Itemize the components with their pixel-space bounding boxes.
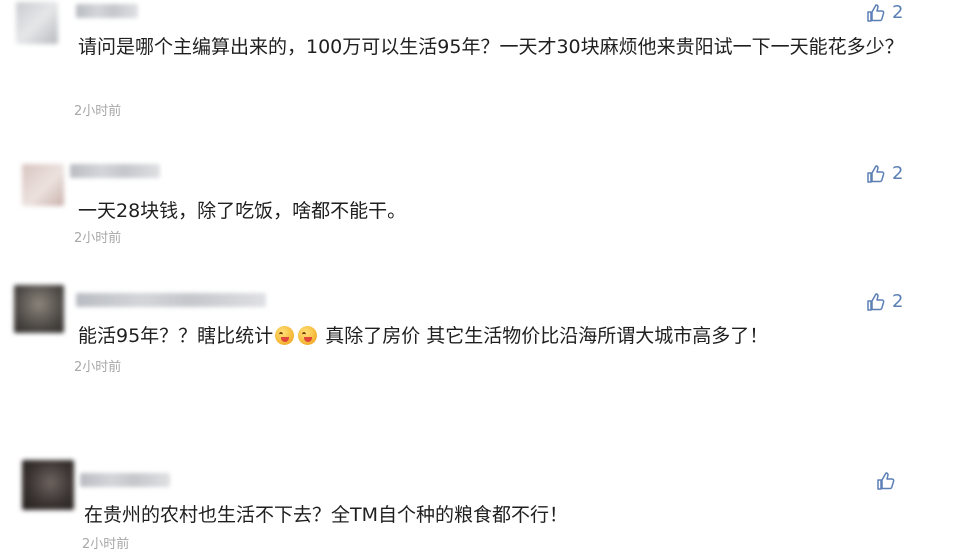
comment-item: 在贵州的农村也生活不下去？全TM自个种的粮食都不行！ 2小时前	[0, 455, 960, 558]
avatar[interactable]	[22, 460, 74, 510]
comment-text-part: 能活95年？？瞎比统计	[78, 325, 274, 347]
thumbs-up-icon	[867, 292, 885, 311]
comment-item: 2 请问是哪个主编算出来的，100万可以生活95年？一天才30块麻烦他来贵阳试一…	[0, 0, 960, 140]
like-button[interactable]: 2	[866, 291, 903, 312]
username-blurred[interactable]	[70, 164, 160, 178]
comment-text: 请问是哪个主编算出来的，100万可以生活95年？一天才30块麻烦他来贵阳试一下一…	[78, 36, 904, 58]
comment-text-part: 真除了房价 其它生活物价比沿海所谓大城市高多了！	[325, 325, 769, 347]
avatar[interactable]	[22, 164, 64, 206]
comment-item: 2 能活95年？？瞎比统计 真除了房价 其它生活物价比沿海所谓大城市高多了！ 2…	[0, 285, 960, 395]
comment-time: 2小时前	[74, 360, 122, 375]
like-button[interactable]	[876, 471, 902, 491]
avatar[interactable]	[16, 2, 58, 44]
avatar[interactable]	[14, 285, 64, 333]
comment-time: 2小时前	[74, 104, 122, 119]
username-blurred[interactable]	[76, 4, 138, 18]
comment-item: 2 一天28块钱，除了吃饭，啥都不能干。 2小时前	[0, 155, 960, 265]
comment-time: 2小时前	[74, 231, 122, 246]
thumbs-up-icon	[877, 472, 895, 490]
like-button[interactable]: 2	[866, 163, 903, 184]
laughing-tongue-emoji	[275, 326, 295, 345]
like-count: 2	[892, 2, 904, 23]
username-blurred[interactable]	[76, 293, 266, 307]
comment-text: 一天28块钱，除了吃饭，啥都不能干。	[78, 200, 407, 222]
like-button[interactable]: 2	[866, 2, 903, 23]
like-count: 2	[892, 163, 904, 184]
comment-text: 在贵州的农村也生活不下去？全TM自个种的粮食都不行！	[84, 504, 569, 526]
comment-text: 能活95年？？瞎比统计 真除了房价 其它生活物价比沿海所谓大城市高多了！	[78, 321, 918, 352]
laughing-tongue-emoji	[298, 326, 318, 345]
like-count: 2	[892, 291, 904, 312]
thumbs-up-icon	[867, 3, 885, 22]
username-blurred[interactable]	[80, 473, 170, 487]
thumbs-up-icon	[867, 164, 885, 183]
comment-time: 2小时前	[82, 537, 130, 552]
